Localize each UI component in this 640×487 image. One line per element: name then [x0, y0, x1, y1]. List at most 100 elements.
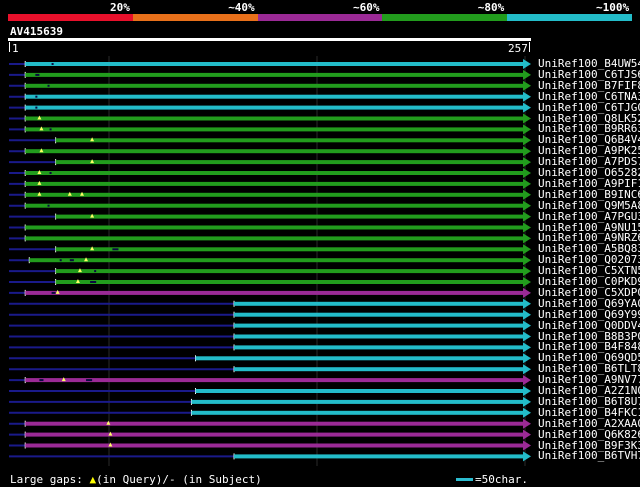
hit-arrow-icon — [523, 451, 531, 462]
hit-bar[interactable] — [25, 83, 525, 88]
hit-arrow-icon — [523, 80, 531, 91]
hit-bar[interactable] — [25, 236, 525, 241]
subject-gap — [51, 63, 54, 65]
ruler-start-tick — [9, 42, 10, 52]
hit-arrow-icon — [523, 233, 531, 244]
hit-label[interactable]: UniRef100_B6TVH7 — [538, 450, 640, 461]
gap-legend-in-subject: (in Subject) — [182, 473, 262, 486]
hit-bar[interactable] — [25, 290, 525, 295]
hit-bar[interactable] — [25, 127, 525, 132]
hit-bar[interactable] — [55, 214, 525, 219]
hit-bar[interactable] — [234, 323, 525, 328]
legend-segment — [382, 14, 508, 21]
hit-bar[interactable] — [29, 258, 525, 263]
gap-legend: Large gaps: ▲(in Query)/- (in Subject) — [10, 473, 262, 486]
subject-gap — [59, 259, 62, 262]
hit-arrow-icon — [523, 440, 531, 451]
hit-bar[interactable] — [234, 345, 525, 350]
subject-gap — [112, 248, 119, 251]
hit-arrow-icon — [523, 353, 531, 364]
hit-arrow-icon — [523, 59, 531, 69]
hit-arrow-icon — [523, 429, 531, 440]
hit-arrow-icon — [523, 113, 531, 124]
hit-bar[interactable] — [25, 421, 525, 426]
query-ruler — [8, 38, 531, 41]
hit-label[interactable]: UniRef100_Q0DDV4 — [538, 320, 640, 331]
hit-arrow-icon — [523, 168, 531, 178]
hit-bar[interactable] — [25, 432, 525, 437]
legend-segment — [507, 14, 632, 21]
hit-bar[interactable] — [25, 225, 525, 230]
hit-bar[interactable] — [25, 116, 525, 121]
subject-gap — [35, 106, 38, 109]
hit-bar[interactable] — [55, 247, 525, 252]
hit-bar[interactable] — [234, 454, 525, 459]
hit-arrow-icon — [523, 189, 531, 200]
hit-bar[interactable] — [234, 367, 525, 372]
gap-legend-label: Large gaps: — [10, 473, 83, 486]
hit-arrow-icon — [523, 124, 531, 135]
hit-bar[interactable] — [55, 269, 525, 274]
hit-bar[interactable] — [25, 171, 525, 175]
legend-segment-label: ~60% — [353, 1, 380, 14]
hit-arrow-icon — [523, 298, 531, 309]
ruler-start-label: 1 — [12, 42, 19, 55]
hit-label[interactable]: UniRef100_A7PGU3 — [538, 211, 640, 222]
subject-gap — [47, 84, 50, 87]
hit-bar[interactable] — [191, 410, 525, 415]
hit-arrow-icon — [523, 342, 531, 353]
hit-arrow-icon — [523, 255, 531, 266]
legend-segment — [257, 14, 383, 21]
hit-arrow-icon — [523, 157, 531, 168]
hit-arrow-icon — [523, 309, 531, 320]
legend-segment-label: ~40% — [228, 1, 255, 14]
hit-bar[interactable] — [25, 149, 525, 154]
legend-segment-label: ~80% — [477, 1, 505, 14]
hit-bar[interactable] — [25, 443, 525, 448]
ruler-end-tick — [529, 42, 530, 52]
hit-arrow-icon — [523, 200, 531, 211]
subject-gap — [47, 204, 50, 207]
hit-bar[interactable] — [25, 105, 525, 110]
legend-segment — [132, 14, 258, 21]
hit-bar[interactable] — [234, 301, 525, 306]
subject-gap — [35, 73, 40, 76]
hit-bar[interactable] — [55, 160, 525, 165]
hit-bar[interactable] — [25, 203, 525, 208]
hit-bar[interactable] — [191, 399, 525, 404]
hit-bar[interactable] — [25, 72, 525, 77]
hit-bar[interactable] — [234, 334, 525, 339]
hit-bar[interactable] — [25, 94, 525, 99]
hit-arrow-icon — [523, 91, 531, 102]
query-name: AV415639 — [10, 25, 63, 38]
hit-bar[interactable] — [25, 192, 525, 197]
hit-bar[interactable] — [195, 389, 525, 393]
subject-gap — [49, 128, 52, 131]
hit-label[interactable]: UniRef100_C6TJG0 — [538, 102, 640, 113]
hit-label[interactable]: UniRef100_Q6K826 — [538, 429, 640, 440]
subject-gap — [39, 379, 44, 382]
hit-arrow-icon — [523, 211, 531, 222]
hit-arrow-icon — [523, 277, 531, 287]
subject-gap — [35, 95, 38, 98]
gap-legend-in-query: (in Query)/ — [96, 473, 169, 486]
scale-bar-label: =50char. — [475, 473, 528, 486]
hit-bar[interactable] — [25, 181, 525, 186]
scale-bar-swatch — [456, 478, 473, 481]
subject-gap — [49, 172, 52, 174]
legend-segment — [8, 14, 133, 21]
ruler-end-label: 257 — [508, 42, 528, 55]
subject-gap — [94, 270, 97, 273]
hit-bar[interactable] — [25, 378, 525, 383]
hit-bar[interactable] — [234, 312, 525, 317]
hit-arrow-icon — [523, 178, 531, 189]
subject-gap — [86, 379, 93, 382]
hit-bar[interactable] — [25, 62, 525, 66]
subject-gap — [69, 259, 74, 262]
hit-bar[interactable] — [195, 356, 525, 361]
hit-bar[interactable] — [55, 138, 525, 143]
hit-arrow-icon — [523, 407, 531, 418]
hit-arrow-icon — [523, 102, 531, 113]
hit-bar[interactable] — [55, 280, 525, 284]
hit-arrow-icon — [523, 375, 531, 386]
